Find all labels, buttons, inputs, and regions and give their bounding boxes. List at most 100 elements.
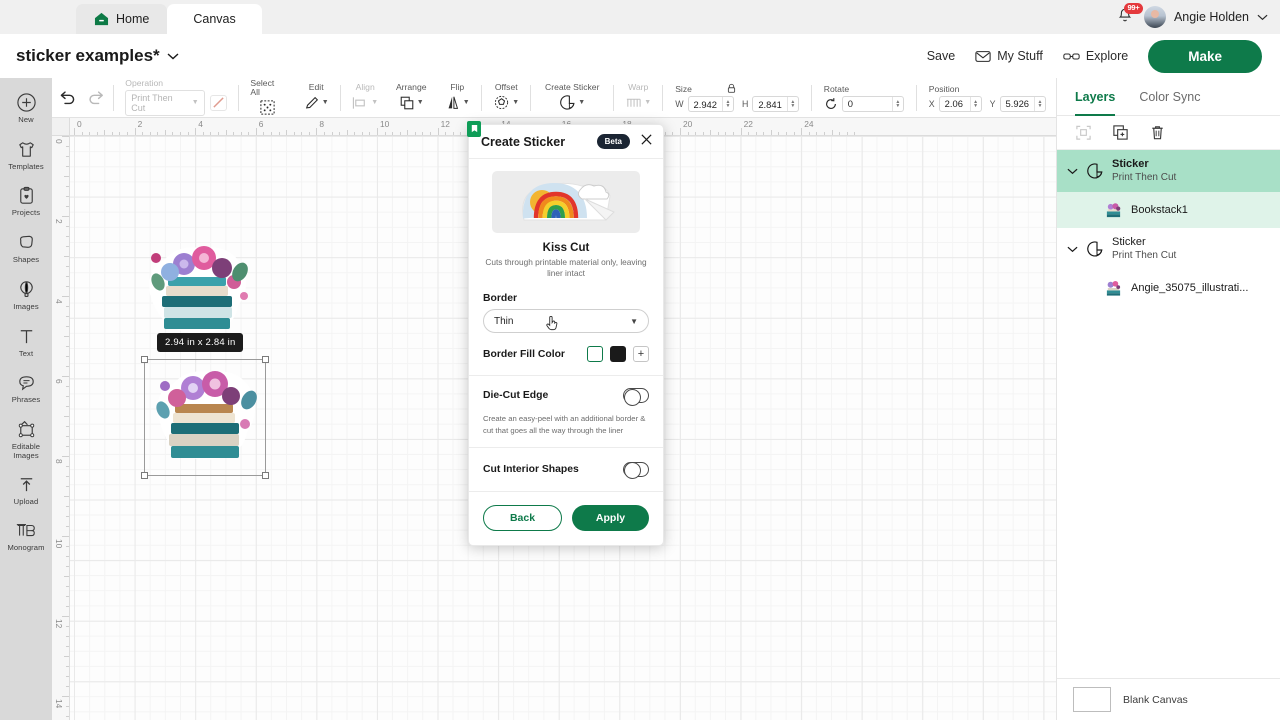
avatar[interactable] — [1143, 6, 1166, 28]
sidebar-item-phrases[interactable]: Phrases — [0, 364, 52, 411]
swatch-black[interactable] — [610, 346, 626, 363]
rotate-icon[interactable] — [824, 97, 838, 111]
sidebar-item-shapes[interactable]: Shapes — [0, 224, 52, 271]
width-stepper[interactable]: ▲ ▼ — [721, 97, 733, 111]
pos-y-stepper[interactable]: ▲ ▼ — [1034, 96, 1045, 111]
ruler-tick — [142, 132, 144, 135]
redo-icon[interactable] — [86, 87, 108, 109]
ruler-label: 2 — [54, 218, 64, 224]
resize-handle-nw[interactable] — [141, 356, 148, 363]
sidebar-item-projects[interactable]: Projects — [0, 177, 52, 224]
height-input[interactable]: 2.841 ▲ ▼ — [752, 96, 799, 112]
rotate-stepper[interactable]: ▲ ▼ — [891, 96, 903, 111]
sidebar-item-new[interactable]: New — [0, 84, 52, 131]
ruler-tick — [66, 665, 69, 667]
list-item[interactable]: Angie_35075_illustrati... — [1057, 270, 1280, 306]
ruler-tick — [422, 132, 424, 135]
width-input[interactable]: 2.942 ▲ ▼ — [687, 96, 734, 112]
ruler-tick — [89, 132, 91, 135]
pos-x-stepper[interactable]: ▲ ▼ — [969, 96, 981, 111]
height-stepper[interactable]: ▲ ▼ — [786, 97, 798, 111]
pos-y-input[interactable]: 5.926 ▲ ▼ — [999, 95, 1046, 112]
ruler-tick — [134, 128, 136, 135]
apply-button[interactable]: Apply — [572, 504, 649, 531]
swatch-white-selected[interactable] — [587, 346, 603, 363]
resize-handle-se[interactable] — [262, 472, 269, 479]
operation-field[interactable]: Print Then Cut ▼ — [125, 89, 228, 116]
chevron-down-icon[interactable] — [1067, 167, 1078, 175]
edit-button[interactable]: Edit ▼ — [294, 82, 338, 111]
align-icon — [353, 97, 366, 109]
tab-home[interactable]: Home — [76, 4, 168, 34]
ruler-tick — [66, 405, 69, 407]
back-button[interactable]: Back — [483, 504, 562, 531]
notifications-button[interactable]: 99+ — [1116, 3, 1144, 27]
panel-title: Create Sticker — [481, 134, 566, 149]
ruler-tick — [66, 445, 69, 447]
align-button[interactable]: Align ▼ — [343, 82, 387, 111]
duplicate-icon[interactable] — [1112, 124, 1129, 141]
ruler-tick — [672, 132, 674, 135]
explore-button[interactable]: Explore — [1063, 49, 1128, 63]
sidebar-item-upload[interactable]: Upload — [0, 466, 52, 513]
sidebar-item-text[interactable]: Text — [0, 318, 52, 365]
width-label: W — [675, 99, 684, 109]
create-sticker-button[interactable]: Create Sticker ▼ — [533, 82, 611, 111]
cut-interior-shapes-toggle[interactable] — [623, 461, 649, 480]
project-title-group[interactable]: sticker examples* — [16, 46, 179, 66]
pos-x-input[interactable]: 2.06 ▲ ▼ — [938, 95, 982, 112]
ruler-tick — [64, 575, 69, 577]
sidebar-item-templates[interactable]: Templates — [0, 131, 52, 178]
list-item[interactable]: Bookstack1 — [1057, 192, 1280, 228]
canvas-color-swatch[interactable] — [1073, 687, 1111, 712]
tab-canvas[interactable]: Canvas — [167, 4, 262, 34]
rotate-input[interactable]: 0 ▲ ▼ — [841, 95, 904, 112]
ruler-tick — [172, 132, 174, 135]
chevron-down-icon[interactable] — [1067, 245, 1078, 253]
sidebar-item-editable-images[interactable]: Editable Images — [0, 411, 52, 466]
ruler-tick — [248, 132, 250, 135]
make-button[interactable]: Make — [1148, 39, 1262, 73]
offset-button[interactable]: Offset ▼ — [484, 82, 528, 111]
tab-canvas-label: Canvas — [193, 12, 236, 26]
resize-handle-ne[interactable] — [262, 356, 269, 363]
rotate-label: Rotate — [823, 83, 850, 94]
layer-row[interactable]: Sticker Print Then Cut — [1057, 150, 1280, 192]
ruler-tick — [437, 128, 439, 135]
my-stuff-button[interactable]: My Stuff — [975, 49, 1043, 63]
chevron-down-icon[interactable] — [1257, 13, 1268, 21]
sticker-artwork-top[interactable] — [138, 236, 258, 346]
undo-icon[interactable] — [56, 87, 78, 109]
flip-button[interactable]: Flip ▼ — [435, 82, 479, 111]
ruler-tick — [301, 132, 303, 135]
resize-handle-sw[interactable] — [141, 472, 148, 479]
close-icon[interactable] — [640, 133, 653, 151]
die-cut-edge-description: Create an easy-peel with an additional b… — [469, 413, 663, 448]
border-select[interactable]: Thin ▼ — [483, 309, 649, 334]
add-color-button[interactable]: + — [633, 346, 649, 363]
cursor-pointer-icon — [546, 316, 559, 334]
ruler-corner — [52, 118, 70, 136]
chevron-down-icon[interactable] — [167, 52, 179, 60]
trash-icon[interactable] — [1149, 124, 1166, 141]
ruler-tick — [66, 155, 69, 157]
warp-button[interactable]: Warp ▼ — [616, 82, 660, 111]
layer-row[interactable]: Sticker Print Then Cut — [1057, 228, 1280, 270]
tab-layers[interactable]: Layers — [1075, 78, 1116, 116]
tab-color-sync[interactable]: Color Sync — [1139, 78, 1200, 115]
sidebar-item-monogram[interactable]: Monogram — [0, 513, 52, 559]
ruler-tick — [66, 565, 69, 567]
canvas-background-row[interactable]: Blank Canvas — [1057, 678, 1280, 720]
die-cut-edge-toggle[interactable] — [623, 388, 649, 406]
operation-color-swatch[interactable] — [209, 94, 228, 111]
arrange-button[interactable]: Arrange ▼ — [387, 82, 435, 111]
create-sticker-label: Create Sticker — [545, 82, 600, 93]
lock-icon[interactable] — [726, 83, 737, 94]
operation-select[interactable]: Print Then Cut ▼ — [125, 89, 205, 116]
ruler-tick — [66, 265, 69, 267]
sidebar-item-images[interactable]: Images — [0, 271, 52, 318]
save-button[interactable]: Save — [927, 49, 956, 63]
select-all-button[interactable]: Select All — [241, 78, 294, 117]
ruler-tick — [316, 128, 318, 135]
group-icon[interactable] — [1075, 124, 1092, 141]
